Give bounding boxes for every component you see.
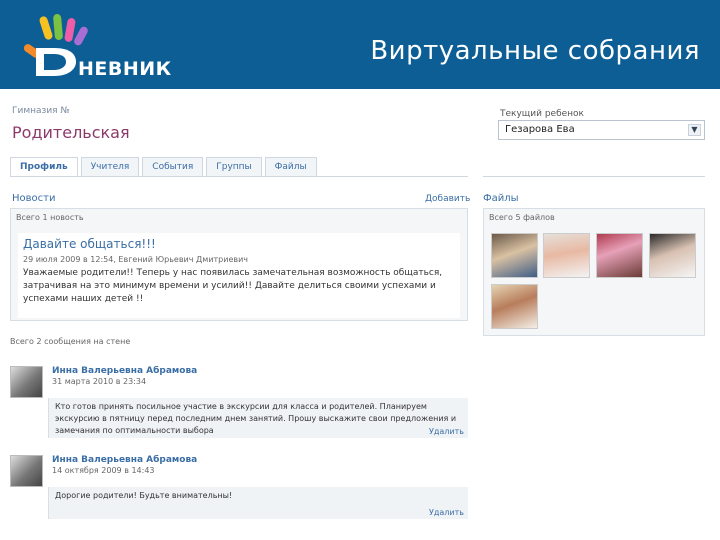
news-headline[interactable]: Давайте общаться!!! [23, 237, 156, 251]
child-select-value: Гезарова Ева [505, 124, 575, 135]
news-item: Давайте общаться!!! 29 июля 2009 в 12:54… [18, 233, 460, 318]
post-body: Кто готов принять посильное участие в эк… [48, 398, 468, 438]
child-select[interactable]: Гезарова Ева ▼ [498, 120, 705, 140]
chevron-down-icon[interactable]: ▼ [688, 124, 701, 136]
add-news-button[interactable]: Добавить [425, 194, 470, 204]
logo-wordmark: НЕВНИК [78, 58, 172, 80]
photo-thumbnail[interactable] [543, 233, 590, 278]
tab-bar: Профиль Учителя События Группы Файлы [10, 157, 317, 177]
header-banner: НЕВНИК Виртуальные собрания [0, 0, 720, 89]
post-text: Дорогие родители! Будьте внимательны! [55, 491, 233, 500]
news-text: Уважаемые родители!! Теперь у нас появил… [23, 268, 443, 304]
tab-events[interactable]: События [142, 157, 204, 177]
wall-post: Инна Валерьевна Абрамова 14 октября 2009… [10, 455, 470, 525]
wall-post: Инна Валерьевна Абрамова 31 марта 2010 в… [10, 366, 470, 446]
files-panel: Всего 5 файлов [483, 208, 705, 336]
page-content: Гимназия № Родительская Текущий ребенок … [0, 89, 720, 540]
post-date: 14 октября 2009 в 14:43 [52, 466, 155, 475]
post-author[interactable]: Инна Валерьевна Абрамова [52, 366, 197, 376]
post-text: Кто готов принять посильное участие в эк… [55, 402, 457, 435]
photo-thumbnail[interactable] [596, 233, 643, 278]
post-author[interactable]: Инна Валерьевна Абрамова [52, 455, 197, 465]
tab-profile[interactable]: Профиль [10, 157, 78, 177]
tab-files[interactable]: Файлы [264, 157, 317, 177]
delete-post-button[interactable]: Удалить [429, 508, 464, 517]
avatar[interactable] [10, 366, 43, 398]
photo-thumbnail[interactable] [649, 233, 696, 278]
photo-thumbnail[interactable] [491, 233, 538, 278]
news-section-title[interactable]: Новости [12, 193, 55, 204]
delete-post-button[interactable]: Удалить [429, 427, 464, 436]
files-section-title[interactable]: Файлы [483, 193, 519, 204]
news-meta: 29 июля 2009 в 12:54, Евгений Юрьевич Дм… [23, 255, 249, 264]
tab-divider [10, 176, 468, 177]
avatar[interactable] [10, 455, 43, 487]
post-body: Дорогие родители! Будьте внимательны! Уд… [48, 487, 468, 519]
tab-groups[interactable]: Группы [206, 157, 262, 177]
slide-title: Виртуальные собрания [370, 36, 700, 66]
right-divider [483, 176, 705, 177]
news-panel: Всего 1 новость Давайте общаться!!! 29 и… [10, 208, 468, 321]
dnevnik-logo: НЕВНИК [22, 14, 182, 84]
photo-thumbnail[interactable] [491, 284, 538, 329]
post-date: 31 марта 2010 в 23:34 [52, 377, 147, 386]
child-label: Текущий ребенок [500, 109, 584, 119]
page-title: Родительская [12, 123, 130, 142]
wall-count: Всего 2 сообщения на стене [10, 337, 131, 346]
tab-teachers[interactable]: Учителя [80, 157, 140, 177]
files-count: Всего 5 файлов [489, 213, 555, 222]
news-count: Всего 1 новость [16, 213, 84, 222]
breadcrumb[interactable]: Гимназия № [12, 106, 70, 116]
